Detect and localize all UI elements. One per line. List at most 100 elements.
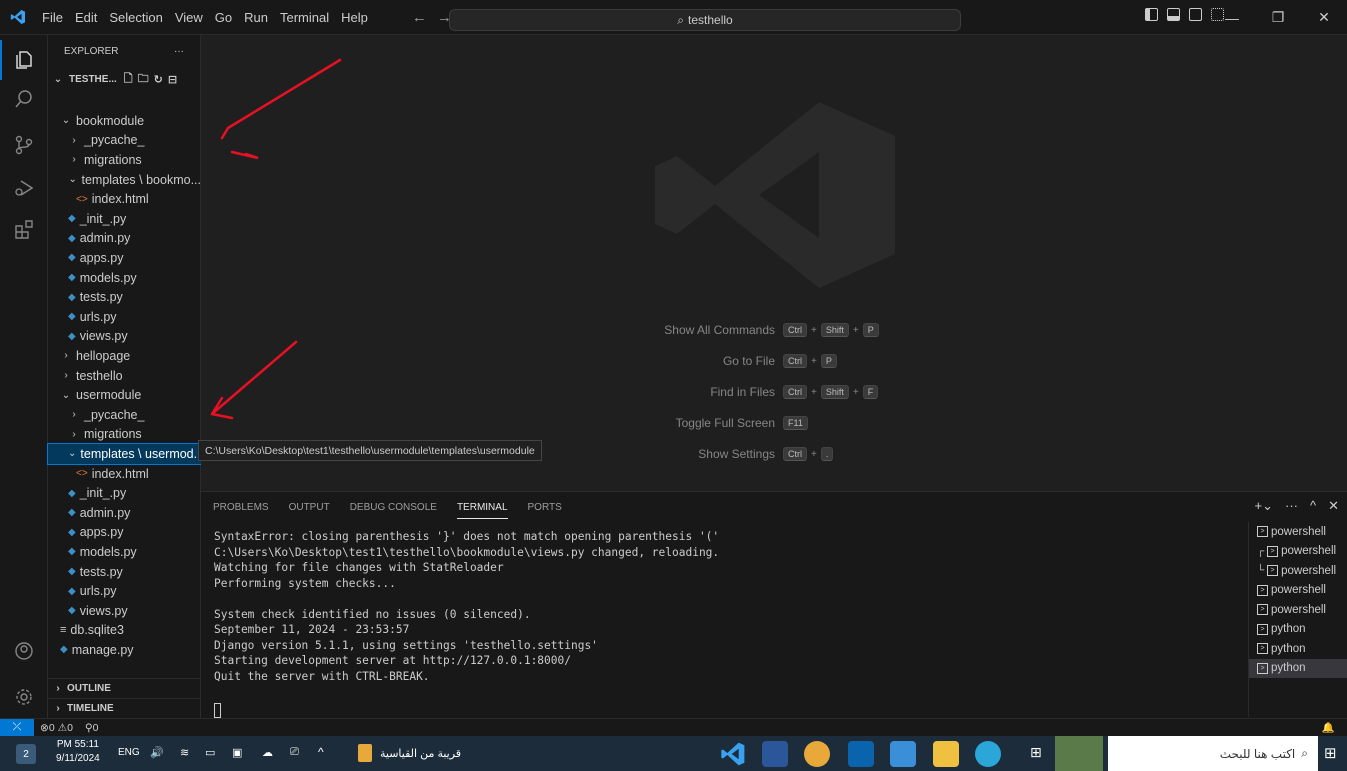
- panel-tab[interactable]: TERMINAL: [456, 502, 508, 519]
- device-icon[interactable]: ⎚: [290, 746, 299, 759]
- more-actions-icon[interactable]: ···: [174, 46, 184, 57]
- menu-item[interactable]: Selection: [103, 10, 168, 25]
- language-indicator[interactable]: ENG: [118, 747, 140, 758]
- notifications-bell-icon[interactable]: 🔔: [1322, 721, 1335, 734]
- tree-item[interactable]: › _pycache_: [48, 131, 201, 151]
- extensions-icon[interactable]: [0, 209, 48, 249]
- tree-item[interactable]: ◆ _init_.py: [48, 209, 201, 229]
- refresh-icon[interactable]: ↻: [154, 73, 163, 86]
- panel-tab[interactable]: DEBUG CONSOLE: [350, 502, 437, 519]
- toggle-secondary-sidebar-icon[interactable]: [1189, 8, 1202, 21]
- outline-section[interactable]: › OUTLINE: [48, 678, 201, 698]
- notification-center-icon[interactable]: 2: [16, 744, 36, 764]
- ports-count[interactable]: 0: [93, 722, 99, 734]
- tree-item[interactable]: ◆ manage.py: [48, 640, 201, 660]
- menu-item[interactable]: Edit: [69, 10, 103, 25]
- menu-item[interactable]: File: [36, 10, 69, 25]
- terminal-instance[interactable]: > powershell: [1249, 600, 1347, 620]
- panel-tab[interactable]: PORTS: [528, 502, 562, 519]
- warning-icon[interactable]: ⚠: [58, 722, 67, 734]
- panel-tab[interactable]: OUTPUT: [289, 502, 330, 519]
- search-icon[interactable]: [0, 79, 48, 119]
- tree-item[interactable]: › migrations: [48, 425, 201, 445]
- taskbar-search-box[interactable]: اكتب هنا للبحث ⌕: [1108, 736, 1318, 771]
- volume-icon[interactable]: 🔊: [150, 746, 164, 759]
- tree-item[interactable]: ◆ _init_.py: [48, 483, 201, 503]
- terminal-instance[interactable]: > python: [1249, 620, 1347, 640]
- source-control-icon[interactable]: [0, 125, 48, 165]
- error-count[interactable]: 0: [49, 722, 55, 734]
- file-explorer-taskbar-icon[interactable]: [933, 741, 959, 767]
- battery-icon[interactable]: ▭: [205, 746, 215, 759]
- menu-item[interactable]: Terminal: [274, 10, 335, 25]
- terminal-instance[interactable]: > python: [1249, 658, 1347, 678]
- terminal-instance[interactable]: └ > powershell: [1249, 561, 1347, 581]
- toggle-panel-icon[interactable]: [1167, 8, 1180, 21]
- warning-count[interactable]: 0: [67, 722, 73, 734]
- tree-item[interactable]: › _pycache_: [48, 405, 201, 425]
- tree-item[interactable]: ◆ models.py: [48, 268, 201, 288]
- new-terminal-icon[interactable]: +⌄: [1255, 498, 1273, 514]
- more-actions-icon[interactable]: ···: [1285, 498, 1298, 514]
- panel-tab[interactable]: PROBLEMS: [213, 502, 269, 519]
- tree-item[interactable]: ◆ models.py: [48, 542, 201, 562]
- terminal-instance[interactable]: > powershell: [1249, 522, 1347, 542]
- word-taskbar-icon[interactable]: [762, 741, 788, 767]
- toggle-primary-sidebar-icon[interactable]: [1145, 8, 1158, 21]
- tree-item[interactable]: ≡ db.sqlite3: [48, 621, 201, 641]
- maximize-panel-icon[interactable]: ^: [1310, 498, 1316, 514]
- tree-item[interactable]: › testhello: [48, 366, 201, 386]
- tree-item[interactable]: <> index.html: [48, 464, 201, 484]
- tree-item[interactable]: ◆ apps.py: [48, 523, 201, 543]
- error-icon[interactable]: ⊗: [40, 722, 49, 734]
- menu-item[interactable]: Help: [335, 10, 374, 25]
- timeline-section[interactable]: › TIMELINE: [48, 698, 201, 718]
- weather-icon[interactable]: [358, 744, 372, 762]
- terminal-instance[interactable]: > python: [1249, 639, 1347, 659]
- tree-item[interactable]: ◆ views.py: [48, 601, 201, 621]
- remote-indicator-icon[interactable]: ⤫: [0, 718, 34, 737]
- ports-icon[interactable]: ⚲: [85, 722, 93, 734]
- menu-item[interactable]: View: [169, 10, 209, 25]
- tree-item[interactable]: ◆ urls.py: [48, 581, 201, 601]
- tree-item[interactable]: › migrations: [48, 150, 201, 170]
- tree-item[interactable]: ⌄ templates \ bookmo...: [48, 170, 201, 190]
- explorer-icon[interactable]: [0, 40, 48, 80]
- minimize-button[interactable]: —: [1209, 0, 1255, 35]
- tree-item[interactable]: ⌄ templates \ usermod...: [47, 443, 202, 465]
- tree-item[interactable]: <> index.html: [48, 189, 201, 209]
- close-button[interactable]: ✕: [1301, 0, 1347, 35]
- command-center-search[interactable]: ⌕ testhello: [449, 9, 961, 31]
- tree-item[interactable]: › hellopage: [48, 346, 201, 366]
- edge-taskbar-icon[interactable]: [975, 741, 1001, 767]
- tree-item[interactable]: ◆ admin.py: [48, 229, 201, 249]
- store-taskbar-icon[interactable]: [890, 741, 916, 767]
- accounts-icon[interactable]: [0, 631, 48, 671]
- tree-item[interactable]: ◆ tests.py: [48, 287, 201, 307]
- windows-start-icon[interactable]: ⊞: [1324, 744, 1337, 762]
- settings-gear-icon[interactable]: [0, 677, 48, 717]
- close-panel-icon[interactable]: ✕: [1328, 498, 1339, 514]
- new-folder-icon[interactable]: 🗀: [138, 70, 149, 89]
- collapse-all-icon[interactable]: ⊟: [168, 73, 177, 86]
- nav-back-arrow-icon[interactable]: ←: [412, 9, 427, 26]
- terminal-output[interactable]: SyntaxError: closing parenthesis '}' doe…: [214, 529, 719, 684]
- run-and-debug-icon[interactable]: [0, 168, 48, 208]
- chrome-taskbar-icon[interactable]: [804, 741, 830, 767]
- terminal-instance[interactable]: > powershell: [1249, 581, 1347, 601]
- new-file-icon[interactable]: 🗋: [124, 70, 133, 89]
- tree-item[interactable]: ◆ admin.py: [48, 503, 201, 523]
- project-root[interactable]: ⌄ TESTHE... 🗋 🗀 ↻ ⊟: [48, 68, 200, 90]
- tree-item[interactable]: ◆ views.py: [48, 327, 201, 347]
- task-view-icon[interactable]: ⊞: [1030, 744, 1042, 761]
- restore-button[interactable]: ❐: [1255, 0, 1301, 35]
- wifi-icon[interactable]: ≋: [180, 746, 189, 759]
- tree-item[interactable]: ◆ tests.py: [48, 562, 201, 582]
- tree-item[interactable]: ◆ urls.py: [48, 307, 201, 327]
- tree-item[interactable]: ◆ apps.py: [48, 248, 201, 268]
- onedrive-icon[interactable]: ☁: [262, 746, 273, 759]
- weather-text[interactable]: قريبة من القياسية: [380, 747, 461, 760]
- menu-item[interactable]: Go: [209, 10, 238, 25]
- vscode-taskbar-icon[interactable]: [720, 741, 746, 767]
- meet-now-icon[interactable]: ▣: [232, 746, 242, 759]
